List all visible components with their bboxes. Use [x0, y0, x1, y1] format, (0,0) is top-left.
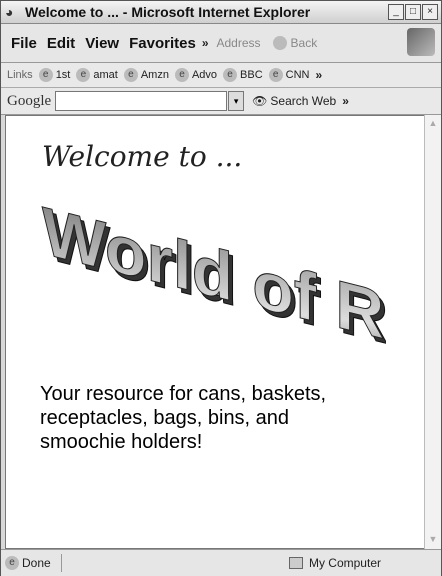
back-button[interactable]: Back [272, 36, 318, 50]
window-controls: _ □ × [388, 4, 438, 20]
page-icon: e [5, 556, 19, 570]
scroll-up-icon[interactable]: ▲ [425, 115, 441, 131]
google-chevron[interactable]: » [342, 94, 349, 108]
browser-window: ◕ Welcome to ... - Microsoft Internet Ex… [0, 0, 442, 576]
vertical-scrollbar[interactable]: ▲ ▼ [424, 115, 441, 549]
zone-indicator: My Computer [288, 556, 381, 570]
link-label: Amzn [140, 69, 169, 81]
tagline-text: Your resource for cans, baskets, recepta… [40, 383, 327, 453]
google-logo[interactable]: Google [7, 93, 51, 110]
link-amat[interactable]: e amat [76, 68, 118, 82]
status-left: e Done [5, 556, 51, 570]
links-chevron[interactable]: » [316, 68, 323, 82]
link-1st[interactable]: e 1st [38, 68, 71, 82]
page-icon: e [174, 68, 189, 82]
page-content: Welcome to ... World of Rubbish! World o… [5, 115, 425, 549]
google-toolbar: Google ▾ 👁 Search Web » [1, 88, 441, 115]
menu-view[interactable]: View [85, 35, 119, 52]
link-label: BBC [240, 69, 263, 81]
google-search-input[interactable] [55, 91, 228, 111]
links-bar: Links e 1st e amat e Amzn e Advo e BBC e… [1, 63, 441, 88]
minimize-button[interactable]: _ [388, 4, 404, 20]
links-label: Links [7, 69, 33, 81]
link-advo[interactable]: e Advo [174, 68, 218, 82]
link-label: amat [93, 69, 118, 81]
search-web-label: Search Web [270, 94, 337, 108]
link-bbc[interactable]: e BBC [223, 68, 263, 82]
menu-file[interactable]: File [11, 35, 37, 52]
status-text: Done [22, 556, 51, 570]
menu-favorites[interactable]: Favorites [129, 35, 196, 52]
window-title: Welcome to ... - Microsoft Internet Expl… [25, 4, 311, 20]
word-art-logo: World of Rubbish! World of Rubbish! [42, 191, 387, 386]
word-art-text: World of Rubbish! [42, 191, 386, 386]
back-arrow-icon [272, 36, 287, 50]
link-cnn[interactable]: e CNN [268, 68, 310, 82]
scroll-down-icon[interactable]: ▼ [425, 531, 441, 547]
binoculars-icon: 👁 [252, 94, 268, 108]
link-label: 1st [55, 69, 71, 81]
windows-logo-icon [407, 28, 435, 56]
menu-bar: File Edit View Favorites » Address Back [1, 24, 441, 63]
page-icon: e [268, 68, 283, 82]
page-icon: e [223, 68, 238, 82]
menu-edit[interactable]: Edit [47, 35, 75, 52]
zone-label: My Computer [308, 556, 381, 570]
ie-icon: ◕ [5, 4, 14, 20]
title-bar: ◕ Welcome to ... - Microsoft Internet Ex… [1, 1, 441, 24]
page-icon: e [123, 68, 138, 82]
page-icon: e [38, 68, 53, 82]
status-bar: e Done My Computer [1, 549, 441, 576]
link-label: Advo [191, 69, 218, 81]
maximize-button[interactable]: □ [405, 4, 421, 20]
my-computer-icon [288, 557, 303, 569]
link-amzn[interactable]: e Amzn [123, 68, 169, 82]
search-web-button[interactable]: 👁 Search Web [252, 94, 336, 108]
page-icon: e [76, 68, 91, 82]
menu-chevron[interactable]: » [202, 36, 209, 50]
back-label: Back [290, 36, 318, 50]
status-divider [60, 554, 62, 572]
google-dropdown-button[interactable]: ▾ [228, 91, 245, 111]
link-label: CNN [285, 69, 310, 81]
welcome-heading: Welcome to ... [42, 140, 243, 173]
address-label: Address [216, 36, 261, 50]
close-button[interactable]: × [422, 4, 438, 20]
